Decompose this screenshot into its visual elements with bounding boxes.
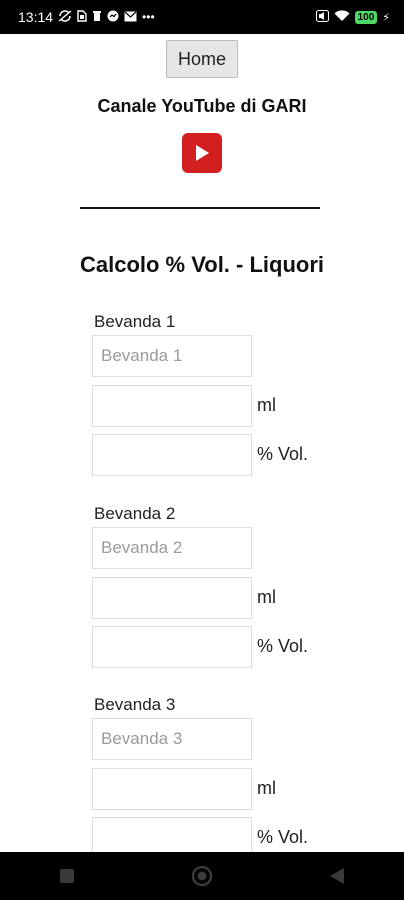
mail-icon bbox=[124, 11, 137, 24]
wifi-icon bbox=[334, 10, 350, 24]
drink-name-input[interactable] bbox=[92, 527, 252, 569]
ml-unit-label: ml bbox=[257, 395, 276, 415]
drink-name-input[interactable] bbox=[92, 335, 252, 377]
drink-vol-input[interactable] bbox=[92, 626, 252, 668]
back-triangle-icon[interactable] bbox=[313, 852, 361, 900]
sim-card-icon bbox=[77, 10, 87, 24]
sync-off-icon bbox=[58, 10, 72, 24]
ml-unit-label: ml bbox=[257, 778, 276, 798]
charging-bolt-icon: ⚡ bbox=[382, 11, 390, 24]
status-right: 100 ⚡ bbox=[315, 10, 390, 24]
navigation-bar bbox=[0, 852, 404, 900]
main-content: Home Canale YouTube di GARI Calcolo % Vo… bbox=[0, 34, 404, 852]
home-button[interactable]: Home bbox=[166, 40, 238, 78]
drink-vol-input[interactable] bbox=[92, 434, 252, 476]
battery-icon: 100 bbox=[354, 10, 378, 24]
vol-unit-label: % Vol. bbox=[257, 636, 309, 656]
status-left: 13:14 ••• bbox=[18, 9, 155, 25]
more-dots-icon: ••• bbox=[142, 10, 155, 24]
channel-title: Canale YouTube di GARI bbox=[97, 96, 307, 116]
divider bbox=[80, 207, 320, 209]
ml-unit-label: ml bbox=[257, 587, 276, 607]
drink-label: Bevanda 1 bbox=[94, 312, 176, 331]
page-title: Calcolo % Vol. - Liquori bbox=[79, 252, 325, 277]
home-circle-icon[interactable] bbox=[178, 852, 226, 900]
vol-unit-label: % Vol. bbox=[257, 827, 309, 847]
drink-vol-input[interactable] bbox=[92, 817, 252, 852]
trash-icon bbox=[92, 10, 102, 24]
vol-unit-label: % Vol. bbox=[257, 444, 309, 464]
drink-ml-input[interactable] bbox=[92, 577, 252, 619]
drink-name-input[interactable] bbox=[92, 718, 252, 760]
drink-label: Bevanda 2 bbox=[94, 504, 176, 523]
recents-square-icon[interactable] bbox=[43, 852, 91, 900]
drink-label: Bevanda 3 bbox=[94, 695, 176, 714]
drink-ml-input[interactable] bbox=[92, 385, 252, 427]
mute-icon bbox=[315, 10, 329, 24]
clock: 13:14 bbox=[18, 9, 54, 25]
messenger-icon bbox=[107, 10, 119, 24]
status-bar: 13:14 ••• 100 ⚡ bbox=[0, 0, 404, 34]
youtube-play-icon[interactable] bbox=[182, 133, 222, 173]
drink-ml-input[interactable] bbox=[92, 768, 252, 810]
